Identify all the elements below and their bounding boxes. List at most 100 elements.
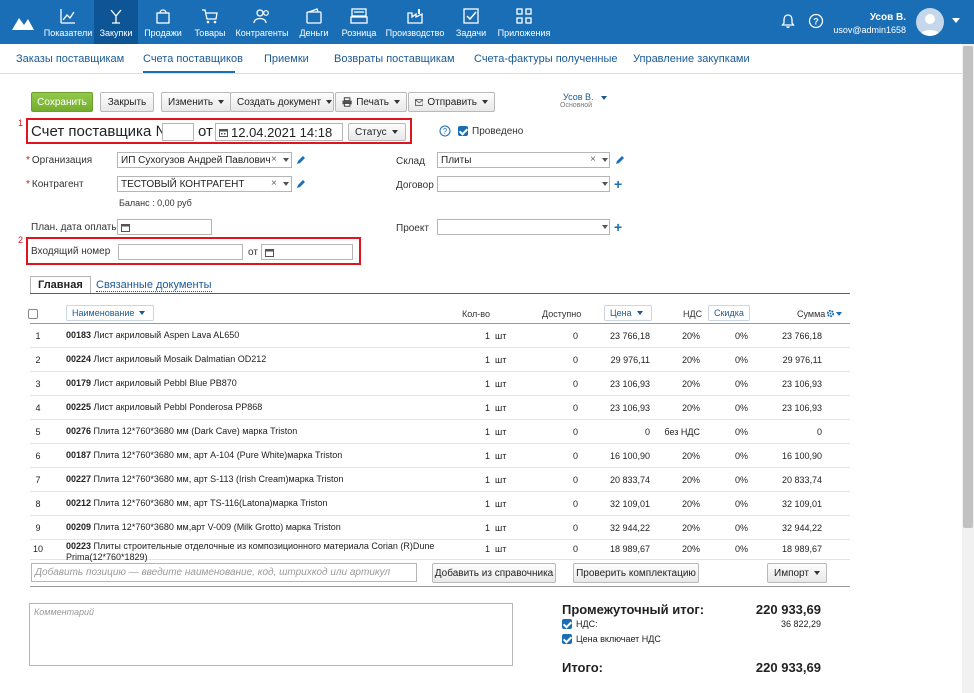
pay-date-input[interactable] [117, 219, 212, 235]
row-discount[interactable]: 0% [720, 379, 748, 389]
help-icon[interactable]: ? [808, 13, 824, 29]
add-project-plus-icon[interactable]: + [614, 220, 622, 234]
row-vat[interactable]: 20% [650, 475, 700, 485]
nav-item-5[interactable]: Деньги [292, 0, 336, 44]
row-vat[interactable]: 20% [650, 403, 700, 413]
add-contract-plus-icon[interactable]: + [614, 177, 622, 191]
row-qty[interactable]: 1 [470, 379, 490, 389]
gear-icon[interactable] [826, 309, 835, 318]
invoice-date-input[interactable]: 12.04.2021 14:18 [215, 123, 343, 141]
row-price[interactable]: 23 766,18 [590, 331, 650, 341]
clear-icon[interactable]: × [590, 154, 596, 165]
row-product-name[interactable]: 00224 Лист акриловый Mosaik Dalmatian OD… [66, 354, 486, 365]
pencil-icon[interactable] [296, 155, 306, 165]
row-price[interactable]: 16 100,90 [590, 451, 650, 461]
subnav-supplier-orders[interactable]: Заказы поставщикам [16, 53, 124, 65]
page-scrollbar-thumb[interactable] [963, 46, 973, 528]
close-button[interactable]: Закрыть [100, 92, 154, 112]
contractor-select[interactable]: ТЕСТОВЫЙ КОНТРАГЕНТ [117, 176, 292, 192]
dropdown-caret-icon[interactable] [602, 158, 608, 162]
nav-item-7[interactable]: Производство [382, 0, 448, 44]
subnav-purchase-management[interactable]: Управление закупками [633, 53, 750, 65]
table-row[interactable]: 2 00224 Лист акриловый Mosaik Dalmatian O… [30, 348, 850, 372]
status-dropdown-button[interactable]: Статус [348, 123, 406, 141]
row-discount[interactable]: 0% [720, 427, 748, 437]
row-discount[interactable]: 0% [720, 523, 748, 533]
edit-dropdown-button[interactable]: Изменить [161, 92, 231, 112]
row-qty[interactable]: 1 [470, 523, 490, 533]
table-row[interactable]: 6 00187 Плита 12*760*3680 мм, арт А-104 (… [30, 444, 850, 468]
subnav-supplier-invoices[interactable]: Счета поставщиков [143, 53, 243, 65]
user-menu-caret-icon[interactable] [952, 18, 960, 23]
nav-item-9[interactable]: Приложения [494, 0, 554, 44]
discount-column-header[interactable]: Скидка [708, 305, 750, 321]
row-price[interactable]: 32 944,22 [590, 523, 650, 533]
row-discount[interactable]: 0% [720, 451, 748, 461]
dropdown-caret-icon[interactable] [602, 182, 608, 186]
table-row[interactable]: 9 00209 Плита 12*760*3680 мм,арт V-009 (M… [30, 516, 850, 540]
clear-icon[interactable]: × [271, 154, 277, 165]
table-row[interactable]: 10 00223 Плиты строительные отделочные из… [30, 540, 850, 563]
row-qty[interactable]: 1 [470, 475, 490, 485]
comment-textarea[interactable]: Комментарий [29, 603, 513, 666]
nav-item-4[interactable]: Контрагенты [232, 0, 292, 44]
send-button[interactable]: Отправить [408, 92, 495, 112]
row-qty[interactable]: 1 [470, 499, 490, 509]
help-icon[interactable]: ? [439, 125, 451, 137]
row-discount[interactable]: 0% [720, 331, 748, 341]
row-discount[interactable]: 0% [720, 475, 748, 485]
row-price[interactable]: 32 109,01 [590, 499, 650, 509]
pencil-icon[interactable] [615, 155, 625, 165]
vat-checkbox[interactable] [562, 619, 572, 629]
add-position-input[interactable]: Добавить позицию — введите наименование,… [31, 563, 417, 582]
row-product-name[interactable]: 00276 Плита 12*760*3680 мм (Dark Cave) м… [66, 426, 486, 437]
row-price[interactable]: 23 106,93 [590, 403, 650, 413]
owner-selector[interactable]: Усов В. [563, 92, 608, 102]
row-product-name[interactable]: 00225 Лист акриловый Pebbl Ponderosa PP8… [66, 402, 486, 413]
check-kit-button[interactable]: Проверить комплектацию [573, 563, 699, 583]
row-product-name[interactable]: 00223 Плиты строительные отделочные из к… [66, 541, 486, 563]
pencil-icon[interactable] [296, 179, 306, 189]
table-row[interactable]: 5 00276 Плита 12*760*3680 мм (Dark Cave) … [30, 420, 850, 444]
row-product-name[interactable]: 00179 Лист акриловый Pebbl Blue PB870 [66, 378, 486, 389]
nav-item-8[interactable]: Задачи [448, 0, 494, 44]
row-vat[interactable]: 20% [650, 451, 700, 461]
row-product-name[interactable]: 00227 Плита 12*760*3680 мм, арт S-113 (I… [66, 474, 486, 485]
incoming-number-input[interactable] [118, 244, 243, 260]
bell-icon[interactable] [780, 13, 796, 29]
row-vat[interactable]: 20% [650, 544, 700, 554]
row-product-name[interactable]: 00209 Плита 12*760*3680 мм,арт V-009 (Mi… [66, 522, 486, 533]
row-vat[interactable]: 20% [650, 523, 700, 533]
row-qty[interactable]: 1 [470, 355, 490, 365]
columns-caret-icon[interactable] [836, 312, 842, 316]
row-qty[interactable]: 1 [470, 544, 490, 554]
row-qty[interactable]: 1 [470, 451, 490, 461]
organization-select[interactable]: ИП Сухогузов Андрей Павлович [117, 152, 292, 168]
dropdown-caret-icon[interactable] [283, 182, 289, 186]
select-all-checkbox[interactable] [28, 309, 38, 319]
row-qty[interactable]: 1 [470, 427, 490, 437]
price-includes-vat-checkbox[interactable] [562, 634, 572, 644]
row-product-name[interactable]: 00212 Плита 12*760*3680 мм, арт TS-116(L… [66, 498, 486, 509]
warehouse-select[interactable]: Плиты [437, 152, 610, 168]
row-price[interactable]: 18 989,67 [590, 544, 650, 554]
name-column-header[interactable]: Наименование [66, 305, 154, 321]
row-vat[interactable]: 20% [650, 499, 700, 509]
price-column-header[interactable]: Цена [604, 305, 652, 321]
nav-item-1[interactable]: Закупки [94, 0, 138, 44]
print-button[interactable]: Печать [335, 92, 407, 112]
incoming-date-input[interactable] [261, 244, 353, 260]
table-row[interactable]: 7 00227 Плита 12*760*3680 мм, арт S-113 (… [30, 468, 850, 492]
add-from-reference-button[interactable]: Добавить из справочника [432, 563, 556, 583]
create-document-button[interactable]: Создать документ [230, 92, 334, 112]
nav-item-3[interactable]: Товары [188, 0, 232, 44]
import-button[interactable]: Импорт [767, 563, 827, 583]
table-row[interactable]: 8 00212 Плита 12*760*3680 мм, арт TS-116(… [30, 492, 850, 516]
invoice-number-input[interactable] [162, 123, 194, 141]
table-row[interactable]: 4 00225 Лист акриловый Pebbl Ponderosa PP… [30, 396, 850, 420]
row-product-name[interactable]: 00183 Лист акриловый Aspen Lava AL650 [66, 330, 486, 341]
nav-item-6[interactable]: Розница [336, 0, 382, 44]
row-discount[interactable]: 0% [720, 355, 748, 365]
row-vat[interactable]: 20% [650, 331, 700, 341]
subnav-received-invoices[interactable]: Счета-фактуры полученные [474, 53, 618, 65]
